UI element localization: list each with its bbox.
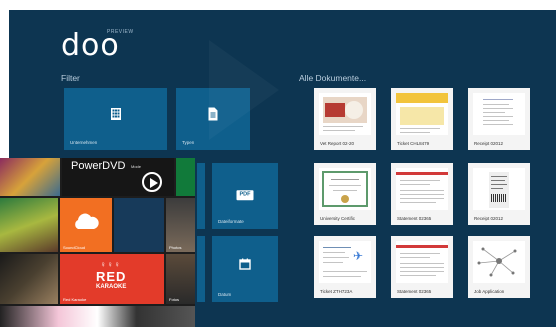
- photo-tile-right[interactable]: Photos: [166, 198, 195, 252]
- documents-heading: Alle Dokumente...: [299, 73, 367, 83]
- document-university-certificate[interactable]: University Certific: [314, 163, 376, 225]
- document-thumbnail: [396, 241, 448, 283]
- document-thumbnail: [319, 168, 371, 210]
- document-thumbnail: ✈: [319, 241, 371, 283]
- document-thumbnail: [473, 93, 525, 135]
- tile-label: SoundCloud: [63, 245, 86, 250]
- document-label: Vet Report 02-20: [320, 141, 355, 146]
- cloud-icon: [72, 212, 100, 235]
- document-label: Statement 02365: [397, 216, 432, 221]
- powerdvd-tile[interactable]: PowerDVD Mode: [62, 158, 174, 196]
- document-vet-report[interactable]: Vet Report 02-20: [314, 88, 376, 150]
- building-icon: [109, 107, 123, 123]
- document-receipt-1[interactable]: Receipt 02012: [468, 88, 530, 150]
- powerdvd-mode: Mode: [131, 164, 142, 169]
- pdf-icon: PDF: [236, 184, 254, 200]
- document-thumbnail: [473, 168, 525, 210]
- app-tile-right[interactable]: [114, 198, 164, 252]
- powerdvd-title: PowerDVD: [71, 160, 126, 172]
- red-karaoke-logo-top: RED: [96, 269, 127, 284]
- red-karaoke-logo-bottom: KARAOKE: [96, 284, 127, 290]
- store-tile[interactable]: [176, 158, 195, 196]
- tile-label: Datum: [218, 292, 232, 297]
- filter-tile-unnamed-2[interactable]: [197, 236, 205, 302]
- filter-tile-unnamed-1[interactable]: [197, 163, 205, 229]
- calendar-icon: [239, 258, 251, 272]
- tile-label: Dateiformate: [218, 219, 244, 224]
- document-thumbnail: [396, 168, 448, 210]
- document-label: Job Application: [474, 289, 505, 294]
- document-thumbnail: [473, 241, 525, 283]
- document-statement-1[interactable]: Statement 02365: [391, 163, 453, 225]
- document-thumbnail: [319, 93, 371, 135]
- start-screen-overlay: PowerDVD Mode SoundCloud Photos ♀♀♀ RED …: [0, 158, 195, 327]
- filter-tile-companies[interactable]: Unternehmen: [64, 88, 167, 150]
- document-label: University Certific: [320, 216, 356, 221]
- filter-tile-date[interactable]: Datum: [212, 236, 278, 302]
- karaoke-mic-icon: ♀♀♀: [100, 260, 121, 269]
- document-label: Statement 02365: [397, 289, 432, 294]
- portrait-tile[interactable]: [0, 254, 58, 304]
- tile-label: Red Karaoke: [63, 297, 87, 302]
- preview-badge: PREVIEW: [107, 29, 134, 35]
- image-tile-green[interactable]: [0, 198, 58, 252]
- document-label: Receipt 02012: [474, 216, 504, 221]
- photo-tile-left[interactable]: [0, 158, 60, 196]
- soundcloud-tile[interactable]: SoundCloud: [60, 198, 112, 252]
- tile-label: Unternehmen: [70, 140, 98, 145]
- document-icon: [208, 107, 219, 123]
- airplane-icon: ✈: [353, 249, 364, 263]
- document-statement-2[interactable]: Statement 02365: [391, 236, 453, 298]
- document-label: Ticket ZTH723A: [320, 289, 353, 294]
- document-label: Receipt 02012: [474, 141, 504, 146]
- pdf-badge: PDF: [236, 190, 254, 200]
- document-receipt-2[interactable]: Receipt 02012: [468, 163, 530, 225]
- photo-tile-bottom-right[interactable]: Fotos: [166, 254, 195, 304]
- document-ticket-zth[interactable]: ✈ Ticket ZTH723A: [314, 236, 376, 298]
- filter-tile-file-formats[interactable]: PDF Dateiformate: [212, 163, 278, 229]
- tile-label: Typen: [182, 140, 195, 145]
- document-job-application[interactable]: Job Application: [468, 236, 530, 298]
- filter-tile-types[interactable]: Typen: [176, 88, 250, 150]
- document-ticket-chl[interactable]: Ticket CHL8479: [391, 88, 453, 150]
- tile-label: Fotos: [169, 297, 180, 302]
- network-sketch-icon: [477, 247, 517, 277]
- tile-label: Photos: [169, 245, 182, 250]
- play-icon: [142, 172, 162, 192]
- red-karaoke-tile[interactable]: ♀♀♀ RED KARAOKE Red Karaoke: [60, 254, 164, 304]
- document-thumbnail: [396, 93, 448, 135]
- filter-heading: Filter: [61, 73, 80, 83]
- document-label: Ticket CHL8479: [397, 141, 430, 146]
- bottom-row-tiles[interactable]: [0, 306, 195, 327]
